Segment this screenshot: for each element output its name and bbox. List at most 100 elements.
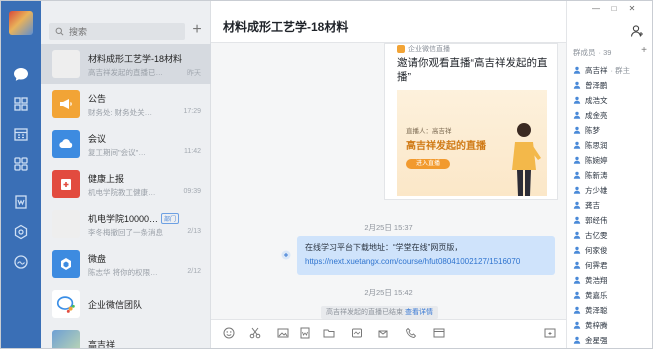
image-icon[interactable]: [277, 327, 289, 339]
person-icon: [573, 96, 581, 104]
composer-toolbar: [211, 319, 566, 348]
expand-icon[interactable]: [544, 327, 556, 339]
person-icon: [573, 321, 581, 329]
member-item[interactable]: 陈思润: [573, 138, 608, 152]
apps-icon[interactable]: [12, 155, 30, 173]
conversation-title: 公告: [88, 94, 107, 104]
member-name: 方少雄: [585, 185, 608, 195]
member-item[interactable]: 成金亮: [573, 108, 608, 122]
person-icon: [573, 81, 581, 89]
group-avatar: [52, 210, 80, 238]
megaphone-icon: [52, 90, 80, 118]
scissors-icon[interactable]: [249, 327, 261, 339]
message-area[interactable]: 企业微信直播 邀请你观看直播“高吉祥发起的直播” 直播人：高吉祥 高吉祥发起的直…: [211, 43, 566, 319]
enter-live-button[interactable]: 进入直播: [406, 159, 450, 169]
person-icon: [573, 246, 581, 254]
conversation-time: 17:29: [183, 108, 201, 115]
member-item[interactable]: 黄嘉乐: [573, 288, 608, 302]
members-panel: — □ ✕ 群成员 · 39 + 高吉祥 · 群主 曾泽鹏 成浩文 成金亮 陈梦 陈思润 陈婉婷 陈新…: [566, 1, 652, 348]
member-item[interactable]: 郭经伟: [573, 213, 608, 227]
docs-icon[interactable]: [12, 193, 30, 211]
member-item[interactable]: 高吉祥 · 群主: [573, 63, 630, 77]
conversation-item[interactable]: 企业微信团队: [41, 284, 211, 324]
member-name: 陈婉婷: [585, 155, 608, 165]
contacts-icon[interactable]: [12, 95, 30, 113]
mail-icon[interactable]: [12, 253, 30, 271]
person-icon: [573, 276, 581, 284]
member-name: 陈思润: [585, 140, 608, 150]
folder-icon[interactable]: [323, 327, 335, 339]
system-message: 高吉祥发起的直播已结束 查看详情: [321, 306, 438, 319]
search-input[interactable]: [69, 26, 169, 37]
member-name: 陈梦: [585, 125, 600, 135]
my-avatar[interactable]: [9, 11, 33, 35]
member-item[interactable]: 黄泽聪: [573, 303, 608, 317]
member-item[interactable]: 成浩文: [573, 93, 608, 107]
conversation-title: 材料成形工艺学-18材料: [88, 54, 183, 64]
person-icon: [573, 336, 581, 344]
drive-icon: [52, 250, 80, 278]
course-link[interactable]: https://next.xuetangx.com/course/hfut080…: [305, 257, 520, 266]
member-item[interactable]: 陈新涛: [573, 168, 608, 182]
minimize-button[interactable]: —: [587, 4, 605, 13]
conversation-item[interactable]: 机电学院10000… 部门 李冬梅撤回了一条消息 2/13: [41, 204, 211, 244]
health-icon: [52, 170, 80, 198]
add-member-button[interactable]: +: [641, 45, 647, 56]
message-bubble[interactable]: 在线学习平台下载地址：“学堂在线”网页版，https://next.xuetan…: [297, 236, 555, 275]
conversation-item[interactable]: 高吉祥: [41, 324, 211, 348]
conversation-item[interactable]: 微盘 陈志华 将你的权限… 2/12: [41, 244, 211, 284]
conversation-item[interactable]: 材料成形工艺学-18材料 高吉祥发起的直播已… 昨天: [41, 44, 211, 84]
conversation-title: 企业微信团队: [88, 300, 143, 310]
member-item[interactable]: 曾泽鹏: [573, 78, 608, 92]
conversation-item[interactable]: 会议 复工期间"会议"… 11:42: [41, 124, 211, 164]
red-packet-icon[interactable]: [377, 327, 389, 339]
member-name: 何霁君: [585, 260, 608, 270]
maximize-button[interactable]: □: [605, 4, 623, 13]
emoji-icon[interactable]: [223, 327, 235, 339]
calendar-icon[interactable]: [12, 125, 30, 143]
group-avatar: [52, 50, 80, 78]
member-item[interactable]: 龚吉: [573, 198, 600, 212]
screenshot-icon[interactable]: [351, 327, 363, 339]
member-item[interactable]: 黄梓腾: [573, 318, 608, 332]
member-name: 陈新涛: [585, 170, 608, 180]
schedule-icon[interactable]: [433, 327, 445, 339]
person-icon: [573, 216, 581, 224]
conversation-time: 昨天: [187, 70, 201, 77]
file-icon[interactable]: [299, 327, 311, 339]
member-item[interactable]: 金星强: [573, 333, 608, 347]
person-icon: [573, 66, 581, 74]
view-details-link[interactable]: 查看详情: [405, 309, 433, 316]
conversation-preview: 高吉祥发起的直播已…: [88, 68, 163, 77]
conversation-item[interactable]: 公告 财务处: 财务处关… 17:29: [41, 84, 211, 124]
person-icon: [573, 186, 581, 194]
add-button[interactable]: +: [189, 22, 205, 40]
member-item[interactable]: 古亿雯: [573, 228, 608, 242]
live-invite-card[interactable]: 企业微信直播 邀请你观看直播“高吉祥发起的直播” 直播人：高吉祥 高吉祥发起的直…: [384, 43, 558, 200]
live-host: 直播人：高吉祥: [406, 128, 452, 135]
member-item[interactable]: 黄浩翔: [573, 273, 608, 287]
member-item[interactable]: 何家俊: [573, 243, 608, 257]
close-button[interactable]: ✕: [623, 4, 641, 13]
conversation-item[interactable]: 健康上报 机电学院教工健康… 09:39: [41, 164, 211, 204]
message-icon[interactable]: [12, 65, 30, 83]
search-box[interactable]: [49, 23, 185, 40]
conversation-time: 09:39: [183, 188, 201, 195]
member-item[interactable]: 陈婉婷: [573, 153, 608, 167]
conversation-preview: 机电学院教工健康…: [88, 188, 156, 197]
group-members-icon[interactable]: [630, 24, 644, 38]
share-icon: [281, 250, 291, 260]
conversation-list-pane: + 材料成形工艺学-18材料 高吉祥发起的直播已… 昨天 公告 财务处: 财务处…: [41, 1, 211, 348]
member-role: · 群主: [610, 65, 631, 75]
member-item[interactable]: 何霁君: [573, 258, 608, 272]
member-name: 黄嘉乐: [585, 290, 608, 300]
phone-icon[interactable]: [405, 327, 417, 339]
member-item[interactable]: 方少雄: [573, 183, 608, 197]
drive-icon[interactable]: [12, 223, 30, 241]
conversation-title: 健康上报: [88, 174, 125, 184]
cloud-icon: [52, 130, 80, 158]
person-icon: [573, 111, 581, 119]
person-icon: [573, 231, 581, 239]
member-item[interactable]: 陈梦: [573, 123, 600, 137]
conversation-preview: 陈志华 将你的权限…: [88, 268, 158, 277]
